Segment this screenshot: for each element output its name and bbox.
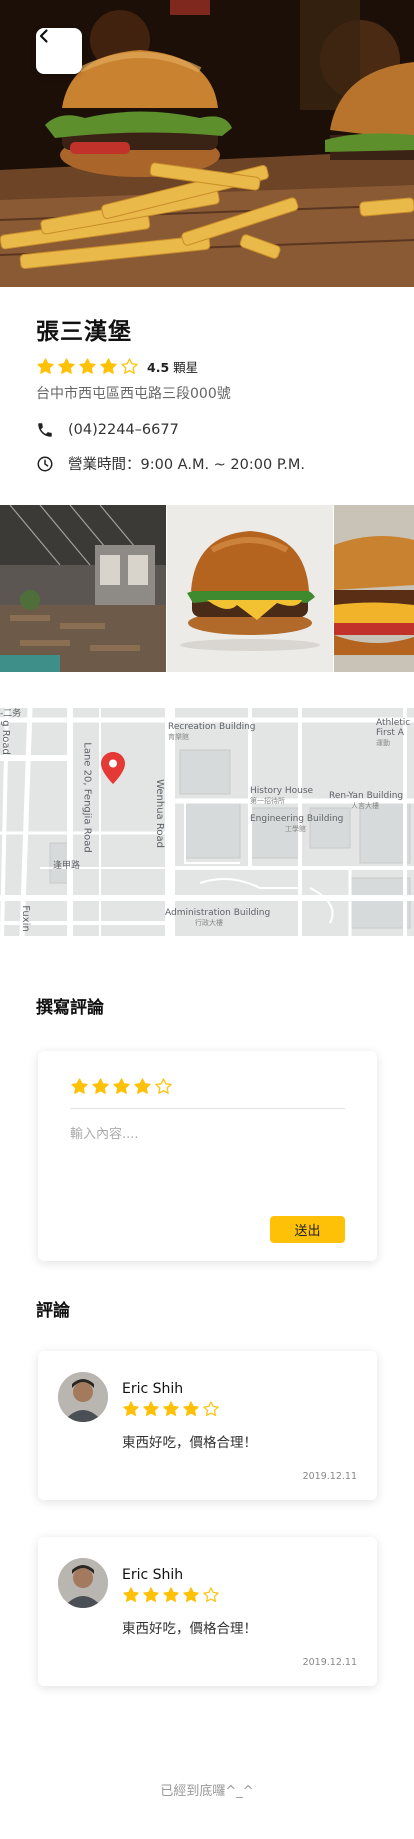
- review-stars: [122, 1400, 220, 1418]
- review-stars: [122, 1586, 220, 1604]
- review-date: 2019.12.11: [302, 1471, 357, 1482]
- restaurant-info: 張三漢堡 4.5 顆星 台中市西屯區西屯路三段000號 (04)2244–667…: [36, 312, 386, 474]
- star-outline-icon: [203, 1587, 219, 1602]
- star-icon: [58, 357, 75, 374]
- rating-value: 4.5: [147, 359, 170, 375]
- restaurant-address: 台中市西屯區西屯路三段000號: [36, 386, 231, 402]
- star-icon: [183, 1587, 199, 1602]
- rating-stars: [36, 357, 139, 376]
- star-outline-icon[interactable]: [154, 1077, 173, 1096]
- back-button[interactable]: [36, 28, 82, 74]
- reviewer-name: Eric Shih: [122, 1381, 184, 1397]
- review-card: Eric Shih 東西好吃，價格合理！ 2019.12.11: [38, 1351, 377, 1500]
- map-label-recreation-en: Recreation Building: [168, 722, 256, 732]
- star-icon: [163, 1587, 179, 1602]
- star-icon[interactable]: [70, 1077, 89, 1096]
- gallery-photo-burger-2[interactable]: [334, 505, 414, 672]
- rating-row: 4.5 顆星: [36, 356, 386, 376]
- star-icon[interactable]: [112, 1077, 131, 1096]
- rating-text: 4.5 顆星: [147, 357, 198, 376]
- location-map[interactable]: Recreation Building 育樂館 Athletic First A…: [0, 708, 414, 936]
- hero-image: [0, 0, 414, 287]
- review-date: 2019.12.11: [302, 1657, 357, 1668]
- map-label-renyan: Ren-Yan Building 人言大樓: [329, 791, 403, 811]
- clock-icon: [37, 456, 53, 471]
- map-label-recreation-zh: 育樂館: [168, 733, 189, 741]
- phone-icon: [38, 423, 52, 437]
- map-label-admin-en: Administration Building: [165, 908, 271, 918]
- star-icon: [183, 1401, 199, 1416]
- star-icon: [79, 357, 96, 374]
- map-label-admin: Administration Building 行政大樓: [165, 908, 270, 928]
- restaurant-interior-image: [0, 505, 166, 672]
- map-label-renyan-zh: 人言大樓: [351, 802, 379, 810]
- phone-row[interactable]: (04)2244–6677: [36, 421, 386, 439]
- chevron-left-icon: [39, 29, 48, 43]
- map-label-history: History House 第一招待所: [250, 786, 313, 806]
- map-label-athletic: Athletic First A 運動: [376, 718, 410, 748]
- map-label-corner: -二务: [0, 709, 22, 719]
- opening-hours: 營業時間：9:00 A.M. ~ 20:00 P.M.: [68, 457, 306, 473]
- map-label-admin-zh: 行政大樓: [195, 919, 223, 927]
- map-label-fuxin: Fuxin: [19, 905, 31, 932]
- review-star-input[interactable]: [70, 1077, 173, 1096]
- map-label-wenhua: Wenhua Road: [153, 779, 165, 848]
- hours-row: 營業時間：9:00 A.M. ~ 20:00 P.M.: [36, 453, 386, 474]
- star-icon: [100, 357, 117, 374]
- map-label-first-zh: 運動: [376, 739, 390, 747]
- write-review-title: 撰寫評論: [36, 998, 104, 1018]
- avatar: [58, 1372, 108, 1422]
- map-label-road-left: g Road: [0, 720, 11, 755]
- map-label-engineering-zh: 工學館: [285, 825, 306, 833]
- star-outline-icon: [121, 357, 138, 374]
- phone-number: (04)2244–6677: [68, 422, 179, 438]
- avatar-image: [58, 1558, 108, 1608]
- photo-gallery[interactable]: [0, 505, 414, 672]
- star-icon: [123, 1401, 139, 1416]
- map-label-lane20: Lane 20, Fengjia Road: [81, 742, 93, 853]
- star-icon[interactable]: [91, 1077, 110, 1096]
- avatar-image: [58, 1372, 108, 1422]
- form-divider: [70, 1108, 345, 1109]
- restaurant-name: 張三漢堡: [36, 319, 132, 345]
- star-outline-icon: [203, 1401, 219, 1416]
- gallery-photo-interior[interactable]: [0, 505, 166, 672]
- review-card: Eric Shih 東西好吃，價格合理！ 2019.12.11: [38, 1537, 377, 1686]
- map-pin-icon[interactable]: [101, 752, 125, 784]
- submit-button[interactable]: 送出: [270, 1216, 345, 1243]
- review-text: 東西好吃，價格合理！: [122, 1621, 257, 1637]
- reviewer-name: Eric Shih: [122, 1567, 184, 1583]
- review-text: 東西好吃，價格合理！: [122, 1435, 257, 1451]
- end-of-list-text: 已經到底囉^_^: [160, 1784, 254, 1799]
- map-label-history-en: History House: [250, 786, 314, 796]
- map-label-engineering: Engineering Building 工學館: [250, 814, 343, 834]
- map-label-renyan-en: Ren-Yan Building: [329, 791, 404, 801]
- map-label-first: First A: [376, 728, 404, 738]
- burger-photo-image: [167, 505, 333, 672]
- review-text-input[interactable]: [70, 1123, 345, 1213]
- avatar: [58, 1558, 108, 1608]
- reviews-title: 評論: [36, 1301, 70, 1321]
- star-icon: [143, 1401, 159, 1416]
- gallery-photo-burger[interactable]: [167, 505, 333, 672]
- star-icon: [163, 1401, 179, 1416]
- star-icon: [143, 1587, 159, 1602]
- star-icon: [123, 1587, 139, 1602]
- review-form: 送出: [38, 1051, 377, 1261]
- rating-unit: 顆星: [169, 359, 199, 375]
- star-icon: [37, 357, 54, 374]
- map-roads: [0, 708, 414, 936]
- map-label-recreation: Recreation Building 育樂館: [168, 722, 256, 742]
- map-label-athletic-en: Athletic: [376, 718, 411, 728]
- map-label-engineering-en: Engineering Building: [250, 814, 344, 824]
- map-label-history-zh: 第一招待所: [250, 797, 285, 805]
- burger-closeup-image: [334, 505, 414, 672]
- map-label-fengjia-zh: 逢甲路: [53, 861, 81, 871]
- star-icon[interactable]: [133, 1077, 152, 1096]
